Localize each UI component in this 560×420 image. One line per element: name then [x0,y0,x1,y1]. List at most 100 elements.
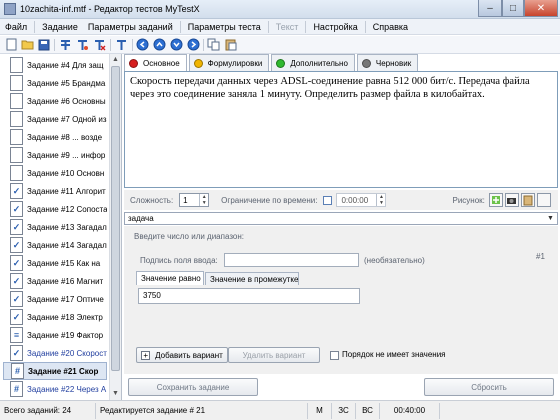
task-text-icon [10,75,23,91]
menu-separator [34,20,36,33]
field-caption-input[interactable] [224,253,359,267]
answer-value-input[interactable]: 3750 [138,288,360,304]
status-zs: ЗС [332,402,356,419]
tab-range-value[interactable]: Значение в промежутке [205,272,299,285]
copy-icon[interactable] [206,37,221,52]
menu-test-params[interactable]: Параметры теста [183,22,266,32]
menu-bar: Файл Задание Параметры заданий Параметры… [0,19,560,35]
scroll-down-arrow-icon[interactable]: ▼ [110,388,121,399]
task-label: Задание #6 Основны [27,96,106,106]
menu-text[interactable]: Текст [271,22,304,32]
task-list-item[interactable]: ≡ Задание #19 Фактор [3,326,107,344]
menu-help[interactable]: Справка [368,22,413,32]
task-list-item[interactable]: Задание #6 Основны [3,92,107,110]
app-icon [4,3,16,15]
task-list-item[interactable]: Задание #4 Для защ [3,56,107,74]
task-list-item[interactable]: Задание #7 Одной из [3,110,107,128]
toolbar-separator [203,39,204,51]
tab-exact-value[interactable]: Значение равно [136,271,204,285]
nav-prev-icon[interactable] [152,37,167,52]
task-list-item[interactable]: ✓ Задание #17 Оптиче [3,290,107,308]
add-picture-icon[interactable] [488,193,503,207]
add-variant-button[interactable]: + Добавить вариант [136,347,228,363]
nav-last-icon[interactable] [186,37,201,52]
open-folder-icon[interactable] [20,37,35,52]
task-list-item[interactable]: # Задание #22 Через А [3,380,107,398]
menu-task-params[interactable]: Параметры заданий [83,22,178,32]
tab-label: Основное [143,58,180,68]
status-editing: Редактируется задание # 21 [96,402,308,419]
task-text-icon [10,57,23,73]
task-list-item[interactable]: ✓ Задание #18 Электр [3,308,107,326]
task-list-item[interactable]: ✓ Задание #11 Алгорит [3,182,107,200]
task-list-item[interactable]: ✓ Задание #20 Скорост [3,344,107,362]
task-list-item[interactable]: ✓ Задание #16 Магнит [3,272,107,290]
menu-task[interactable]: Задание [37,22,83,32]
task-list-item[interactable]: Задание #10 Основн [3,164,107,182]
task-list-item[interactable]: Задание #8 ... возде [3,128,107,146]
tab-main[interactable]: Основное [124,54,187,71]
reset-button[interactable]: Сбросить [424,378,554,396]
order-checkbox[interactable] [330,351,339,360]
scroll-up-arrow-icon[interactable]: ▲ [110,54,121,65]
task-label: Задание #10 Основн [27,168,105,178]
scrollbar-thumb[interactable] [111,66,120,371]
complexity-spinner[interactable]: 1 ▲ ▼ [179,193,210,207]
task-label: Задание #17 Оптиче [27,294,104,304]
task-check-icon: ✓ [10,291,23,307]
camera-icon[interactable] [504,193,519,207]
task-list-item[interactable]: # Задание #21 Скор [3,362,107,380]
optional-note: (необязательно) [364,256,425,265]
save-task-button[interactable]: Сохранить задание [128,378,258,396]
task-list-item[interactable]: ✓ Задание #12 Сопоста [3,200,107,218]
task-list-item[interactable]: Задание #5 Брандма [3,74,107,92]
menu-separator [305,20,307,33]
menu-file[interactable]: Файл [0,22,32,32]
task-type-icon[interactable] [114,37,129,52]
question-text-editor[interactable]: Скорость передачи данных через ADSL-соед… [124,71,558,188]
paste-picture-icon[interactable] [520,193,535,207]
task-type-selector[interactable]: задача ▼ [124,212,558,225]
task-label: Задание #4 Для защ [27,60,104,70]
task-list-item[interactable]: Задание #9 ... инфор [3,146,107,164]
tab-wordings[interactable]: Формулировки [188,54,270,71]
task-label: Задание #12 Сопоста [27,204,107,214]
order-label: Порядок не имеет значения [342,350,446,359]
task-text-icon [10,147,23,163]
delete-variant-button[interactable]: Удалить вариант [228,347,320,363]
minimize-button[interactable]: – [478,0,502,17]
editor-tabs: Основное Формулировки Дополнительно Черн… [124,54,558,71]
spinner-arrows-icon[interactable]: ▲ ▼ [376,194,385,206]
task-label: Задание #9 ... инфор [27,150,106,160]
chevron-down-icon[interactable]: ▼ [547,215,557,222]
task-text-icon [10,111,23,127]
close-button[interactable]: ✕ [524,0,558,17]
task-list-item[interactable]: ✓ Задание #14 Загадал [3,236,107,254]
add-task-icon[interactable] [58,37,73,52]
spinner-arrows-icon[interactable]: ▲ ▼ [199,194,208,206]
task-list-scrollbar[interactable]: ▲ ▼ [109,54,121,400]
menu-separator [267,20,269,33]
toolbar [0,36,560,54]
time-spinner[interactable]: 0:00:00 ▲ ▼ [336,193,387,207]
tab-color-icon [276,58,286,68]
save-icon[interactable] [36,37,51,52]
task-label: Задание #13 Загадал [27,222,107,232]
paste-icon[interactable] [223,37,238,52]
new-file-icon[interactable] [4,37,19,52]
task-text-icon [10,129,23,145]
clear-picture-icon[interactable] [536,193,551,207]
time-limit-label: Ограничение по времени: [221,195,318,205]
add-task-after-icon[interactable] [75,37,90,52]
nav-first-icon[interactable] [135,37,150,52]
nav-next-icon[interactable] [169,37,184,52]
tab-additional[interactable]: Дополнительно [271,54,355,71]
tab-draft[interactable]: Черновик [356,54,419,71]
delete-task-icon[interactable] [92,37,107,52]
task-list-item[interactable]: ✓ Задание #13 Загадал [3,218,107,236]
task-list-panel: Задание #4 Для защ Задание #5 Брандма Зада… [0,54,122,400]
task-list-item[interactable]: ✓ Задание #15 Как на [3,254,107,272]
maximize-button[interactable]: □ [502,0,524,17]
time-limit-checkbox[interactable] [323,195,333,205]
menu-settings[interactable]: Настройка [308,22,362,32]
